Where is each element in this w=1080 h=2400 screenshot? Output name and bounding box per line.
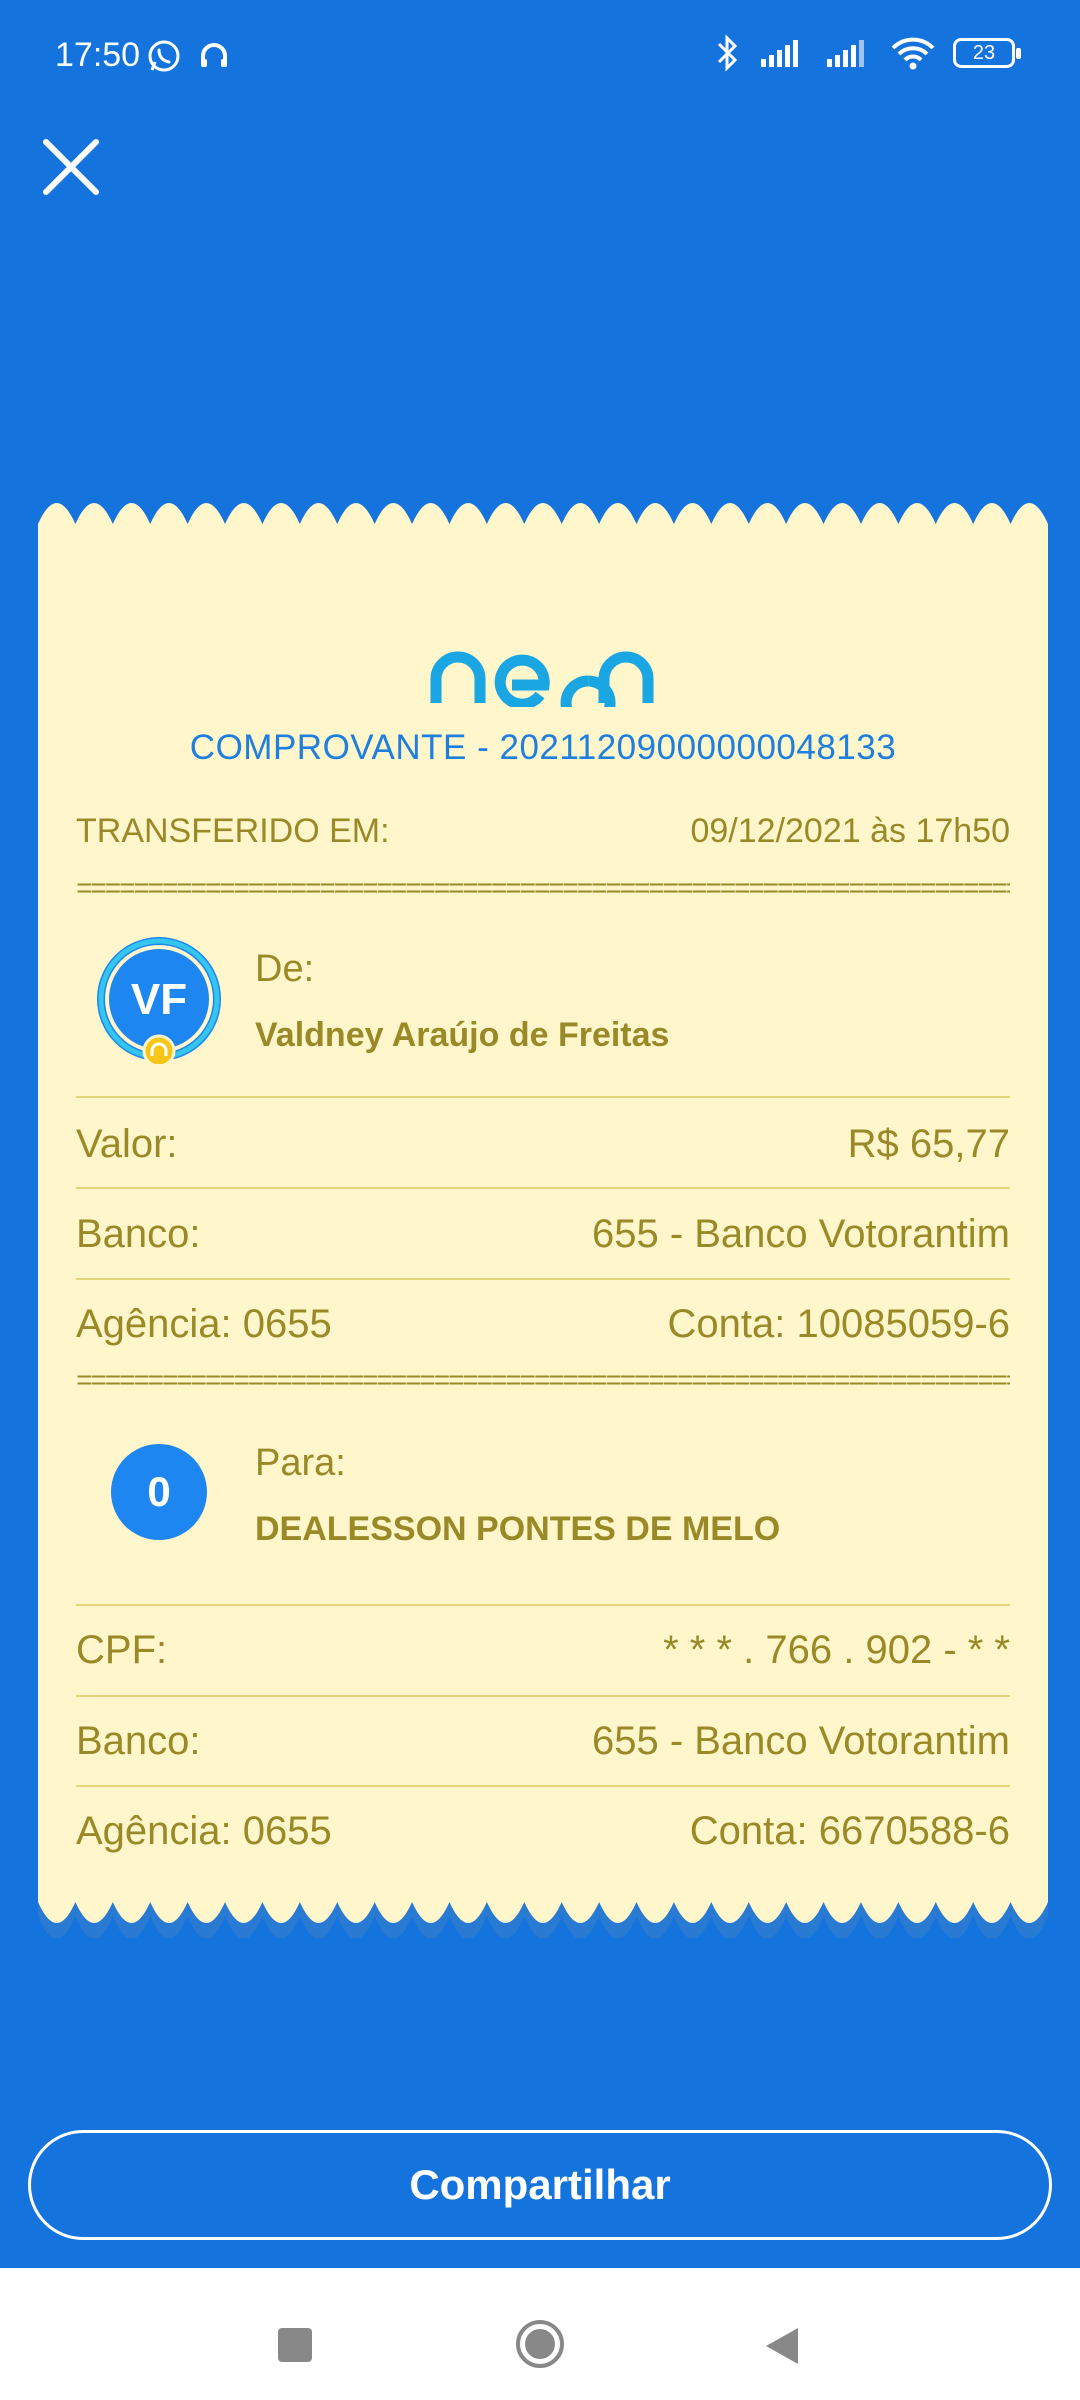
status-time: 17:50 — [55, 36, 141, 74]
home-button[interactable] — [514, 2318, 566, 2370]
value-amount: R$ 65,77 — [847, 1122, 1010, 1166]
back-button[interactable] — [762, 2324, 802, 2368]
sender-initials: VF — [131, 975, 187, 1024]
divider — [76, 1096, 1010, 1098]
recipient-bank-row: Banco: 655 - Banco Votorantim — [76, 1719, 1010, 1764]
sender-account-row: Agência: 0655 Conta: 10085059-6 — [76, 1302, 1010, 1347]
transfer-date-row: TRANSFERIDO EM: 09/12/2021 às 17h50 — [76, 812, 1010, 851]
sender-avatar: VF — [97, 937, 221, 1064]
value-label: Valor: — [76, 1122, 178, 1166]
value-row: Valor: R$ 65,77 — [76, 1122, 1010, 1167]
transfer-date-label: TRANSFERIDO EM: — [76, 812, 390, 850]
receipt-id: COMPROVANTE - 20211209000000048133 — [189, 728, 897, 767]
sender-bank-row: Banco: 655 - Banco Votorantim — [76, 1212, 1010, 1257]
recents-button[interactable] — [278, 2328, 312, 2362]
agency-value: Agência: 0655 — [76, 1302, 332, 1346]
separator: ========================================… — [76, 876, 1010, 906]
close-icon[interactable] — [36, 132, 106, 202]
bank-label: Banco: — [76, 1719, 201, 1763]
neon-logo — [430, 651, 654, 707]
status-right-icons: 23 — [715, 34, 1021, 72]
divider — [76, 1187, 1010, 1189]
account-value: Conta: 10085059-6 — [667, 1302, 1011, 1346]
bank-value: 655 - Banco Votorantim — [591, 1719, 1010, 1763]
cpf-label: CPF: — [76, 1628, 168, 1672]
cpf-value: * * * . 766 . 902 - * * — [663, 1628, 1010, 1672]
receipt-card: COMPROVANTE - 20211209000000048133 TRANS… — [38, 502, 1048, 1938]
account-value: Conta: 6670588-6 — [689, 1809, 1010, 1853]
status-left-icons — [146, 38, 232, 74]
bank-value: 655 - Banco Votorantim — [591, 1212, 1010, 1256]
divider — [76, 1785, 1010, 1787]
battery-icon: 23 — [953, 38, 1021, 68]
transfer-date-value: 09/12/2021 às 17h50 — [690, 812, 1010, 850]
to-label: Para: — [255, 1442, 346, 1484]
agency-value: Agência: 0655 — [76, 1809, 332, 1853]
status-bar: 17:50 23 — [0, 0, 1080, 110]
divider — [76, 1604, 1010, 1606]
headset-icon — [201, 43, 227, 67]
divider — [76, 1278, 1010, 1280]
recipient-account-row: Agência: 0655 Conta: 6670588-6 — [76, 1809, 1010, 1854]
sender-name: Valdney Araújo de Freitas — [255, 1016, 670, 1054]
share-button[interactable]: Compartilhar — [28, 2130, 1052, 2240]
from-label: De: — [255, 948, 315, 990]
recipient-avatar: 0 — [111, 1444, 207, 1540]
divider — [76, 1695, 1010, 1697]
bank-label: Banco: — [76, 1212, 201, 1256]
recipient-name: DEALESSON PONTES DE MELO — [255, 1510, 781, 1548]
signal-icon — [761, 40, 798, 67]
cpf-row: CPF: * * * . 766 . 902 - * * — [76, 1628, 1010, 1673]
wifi-icon — [891, 37, 935, 70]
receipt-content: COMPROVANTE - 20211209000000048133 TRANS… — [38, 502, 1048, 1938]
bluetooth-icon — [717, 34, 738, 72]
whatsapp-icon — [148, 40, 180, 72]
system-nav-bar — [0, 2268, 1080, 2400]
signal-icon — [827, 40, 864, 67]
separator: ========================================… — [76, 1368, 1010, 1398]
